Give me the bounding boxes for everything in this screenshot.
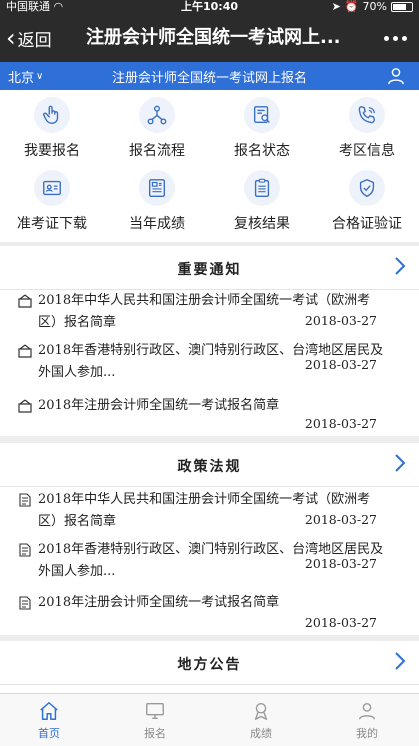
list-item-title: 2018年注册会计师全国统一考试报名简章 (38, 398, 280, 413)
list-item-date: 2018-03-27 (304, 357, 377, 372)
phone-icon (349, 97, 385, 133)
tab-scores[interactable]: 成绩 (221, 700, 301, 741)
computer-icon (146, 702, 164, 720)
list-item-title: 2018年注册会计师全国统一考试报名简章 (38, 595, 280, 610)
list-item[interactable]: 2018年香港特别行政区、澳门特别行政区、台湾地区居民及外国人参加... 201… (0, 540, 419, 588)
status-bar: 中国联通 ◠ 上午10:40 ➤ ⏰ 70% (0, 0, 419, 14)
list-item[interactable]: 2018年中华人民共和国注册会计师全国统一考试（欧洲考区）报名简章 2018-0… (0, 490, 419, 538)
list-item-date: 2018-03-27 (304, 512, 377, 527)
policy-list: 2018年中华人民共和国注册会计师全国统一考试（欧洲考区）报名简章 2018-0… (0, 490, 419, 635)
bottom-tab-bar: 首页 报名 成绩 我的 (0, 693, 419, 746)
document-icon (19, 493, 31, 507)
back-button[interactable]: ‹ 返回 (6, 24, 52, 52)
grid-item-status[interactable]: 报名状态 (210, 97, 314, 160)
grid-item-process[interactable]: 报名流程 (105, 97, 209, 160)
medal-icon (254, 702, 268, 720)
list-item-date: 2018-03-27 (304, 416, 377, 431)
battery-fill (393, 4, 406, 10)
grid-label: 报名流程 (129, 143, 185, 159)
location-icon: ➤ (331, 0, 341, 13)
section-header[interactable]: 政策法规 (0, 443, 419, 487)
grid-item-review-results[interactable]: 复核结果 (210, 170, 314, 233)
list-item-date: 2018-03-27 (304, 556, 377, 571)
list-item[interactable]: 2018年香港特别行政区、澳门特别行政区、台湾地区居民及外国人参加... 201… (0, 341, 419, 389)
section-policies: 政策法规 2018年中华人民共和国注册会计师全国统一考试（欧洲考区）报名简章 2… (0, 443, 419, 635)
notice-icon (18, 344, 32, 358)
page-title: 注册会计师全国统一考试网上... (86, 27, 341, 48)
status-right: ➤ ⏰ 70% (332, 0, 413, 14)
chevron-right-icon (395, 257, 406, 275)
grid-label: 准考证下载 (17, 216, 87, 232)
grid-label: 考区信息 (339, 143, 395, 159)
function-grid: 我要报名 报名流程 报名状态 考区信息 准考证下载 当年成绩 复核结果 合格证验… (0, 90, 419, 242)
chevron-right-icon (395, 454, 406, 472)
grid-label: 我要报名 (24, 143, 80, 159)
section-title: 重要通知 (177, 262, 242, 278)
list-item-date: 2018-03-27 (304, 615, 377, 630)
tab-home[interactable]: 首页 (9, 700, 89, 741)
battery-icon (391, 2, 413, 12)
dot-icon (402, 36, 407, 41)
grid-item-register[interactable]: 我要报名 (0, 97, 104, 160)
battery-percent: 70% (362, 0, 387, 13)
shield-check-icon (349, 170, 385, 206)
alarm-icon: ⏰ (344, 0, 359, 13)
grid-item-region-info[interactable]: 考区信息 (315, 97, 419, 160)
tab-label: 成绩 (250, 727, 272, 740)
notice-icon (18, 294, 32, 308)
back-label: 返回 (17, 30, 52, 51)
section-title: 地方公告 (177, 657, 242, 673)
chevron-left-icon: ‹ (6, 24, 16, 52)
notice-icon (18, 399, 32, 413)
grid-label: 合格证验证 (332, 216, 402, 232)
person-icon (358, 702, 376, 720)
section-local-notices: 地方公告 (0, 641, 419, 701)
list-item[interactable]: 2018年注册会计师全国统一考试报名简章 2018-03-27 (0, 396, 419, 436)
section-title: 政策法规 (177, 459, 242, 475)
document-icon (19, 596, 31, 610)
nav-bar: ‹ 返回 注册会计师全国统一考试网上... (0, 14, 419, 62)
dot-icon (393, 36, 398, 41)
flowchart-icon (139, 97, 175, 133)
document-icon (19, 543, 31, 557)
section-header[interactable]: 地方公告 (0, 641, 419, 685)
document-search-icon (244, 97, 280, 133)
dot-icon (384, 36, 389, 41)
grid-label: 当年成绩 (129, 216, 185, 232)
grid-item-admission-ticket[interactable]: 准考证下载 (0, 170, 104, 233)
tab-label: 我的 (356, 727, 378, 740)
site-title: 注册会计师全国统一考试网上报名 (111, 71, 307, 86)
home-icon (40, 702, 58, 720)
tab-profile[interactable]: 我的 (327, 700, 407, 741)
list-item[interactable]: 2018年注册会计师全国统一考试报名简章 2018-03-27 (0, 593, 419, 635)
app-screen: 中国联通 ◠ 上午10:40 ➤ ⏰ 70% ‹ 返回 注册会计师全国统一考试网… (0, 0, 419, 746)
grid-item-scores[interactable]: 当年成绩 (105, 170, 209, 233)
site-header: 北京 ∨ 注册会计师全国统一考试网上报名 (0, 62, 419, 90)
clipboard-icon (244, 170, 280, 206)
section-important-notices: 重要通知 2018年中华人民共和国注册会计师全国统一考试（欧洲考区）报名简章 2… (0, 246, 419, 436)
grid-label: 复核结果 (234, 216, 290, 232)
tab-label: 报名 (144, 727, 166, 740)
user-icon[interactable] (387, 67, 405, 85)
more-button[interactable] (384, 36, 407, 41)
section-header[interactable]: 重要通知 (0, 246, 419, 290)
id-card-icon (34, 170, 70, 206)
hand-pointer-icon (34, 97, 70, 133)
list-item[interactable]: 2018年中华人民共和国注册会计师全国统一考试（欧洲考区）报名简章 2018-0… (0, 291, 419, 339)
report-icon (139, 170, 175, 206)
notice-list: 2018年中华人民共和国注册会计师全国统一考试（欧洲考区）报名简章 2018-0… (0, 291, 419, 436)
list-item-date: 2018-03-27 (304, 313, 377, 328)
tab-label: 首页 (38, 727, 60, 740)
chevron-right-icon (395, 652, 406, 670)
grid-item-certificate-verify[interactable]: 合格证验证 (315, 170, 419, 233)
grid-label: 报名状态 (234, 143, 290, 159)
tab-register[interactable]: 报名 (115, 700, 195, 741)
